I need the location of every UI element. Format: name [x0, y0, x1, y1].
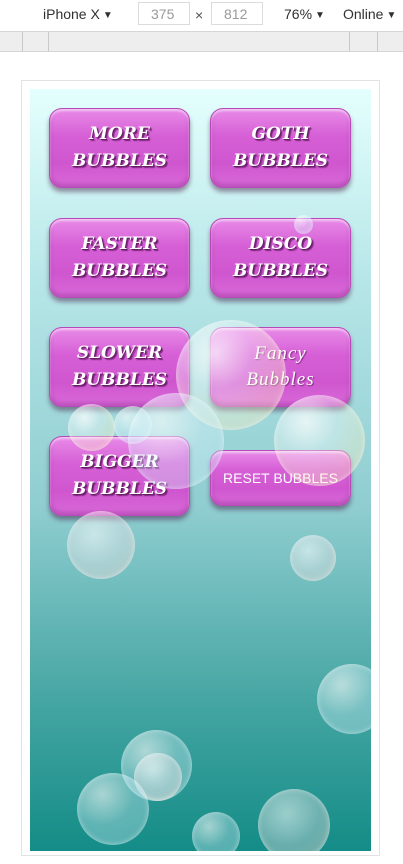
fancy-bubbles-button[interactable]: Fancy Bubbles — [210, 327, 351, 407]
zoom-label: 76% — [284, 6, 313, 22]
width-input[interactable]: 375 — [138, 2, 190, 25]
caret-down-icon: ▼ — [315, 10, 325, 21]
reset-bubbles-button[interactable]: RESET BUBBLES — [210, 450, 351, 506]
height-input[interactable]: 812 — [211, 2, 263, 25]
ruler-segment[interactable] — [350, 32, 378, 51]
slower-bubbles-button[interactable]: SLOWER BUBBLES — [49, 327, 190, 407]
zoom-select[interactable]: 76% ▼ — [284, 6, 325, 22]
button-label: DISCO BUBBLES — [232, 234, 329, 281]
caret-down-icon: ▼ — [386, 10, 397, 21]
network-label: Online — [343, 6, 384, 22]
ruler-segment[interactable] — [49, 32, 350, 51]
bubble — [67, 511, 135, 579]
bubble — [121, 730, 192, 801]
bubble — [258, 789, 330, 851]
button-label: MORE BUBBLES — [71, 124, 168, 171]
bubble — [317, 664, 371, 734]
network-select[interactable]: Online ▼ — [343, 6, 396, 22]
caret-down-icon: ▼ — [102, 10, 113, 21]
button-label: GOTH BUBBLES — [232, 124, 329, 171]
device-label: iPhone X — [43, 6, 100, 22]
goth-bubbles-button[interactable]: GOTH BUBBLES — [210, 108, 351, 188]
ruler-segment[interactable] — [0, 32, 23, 51]
bigger-bubbles-button[interactable]: BIGGER BUBBLES — [49, 436, 190, 516]
button-label: SLOWER BUBBLES — [71, 343, 168, 390]
bubble — [77, 773, 149, 845]
more-bubbles-button[interactable]: MORE BUBBLES — [49, 108, 190, 188]
disco-bubbles-button[interactable]: DISCO BUBBLES — [210, 218, 351, 298]
button-label: FASTER BUBBLES — [71, 234, 168, 281]
bubble — [290, 535, 336, 581]
button-label: Fancy Bubbles — [246, 343, 315, 390]
ruler-segment[interactable] — [23, 32, 49, 51]
bubble — [134, 753, 182, 801]
faster-bubbles-button[interactable]: FASTER BUBBLES — [49, 218, 190, 298]
times-icon: × — [195, 7, 204, 23]
button-label: RESET BUBBLES — [223, 469, 338, 486]
bubble — [192, 812, 240, 851]
bubble-stage: MORE BUBBLES GOTH BUBBLES FASTER BUBBLES DI… — [30, 89, 371, 851]
device-select[interactable]: iPhone X ▼ — [43, 6, 113, 22]
media-query-bar[interactable] — [0, 31, 403, 52]
device-toolbar: iPhone X ▼ 375 × 812 76% ▼ Online ▼ — [0, 0, 403, 30]
button-label: BIGGER BUBBLES — [71, 452, 168, 499]
